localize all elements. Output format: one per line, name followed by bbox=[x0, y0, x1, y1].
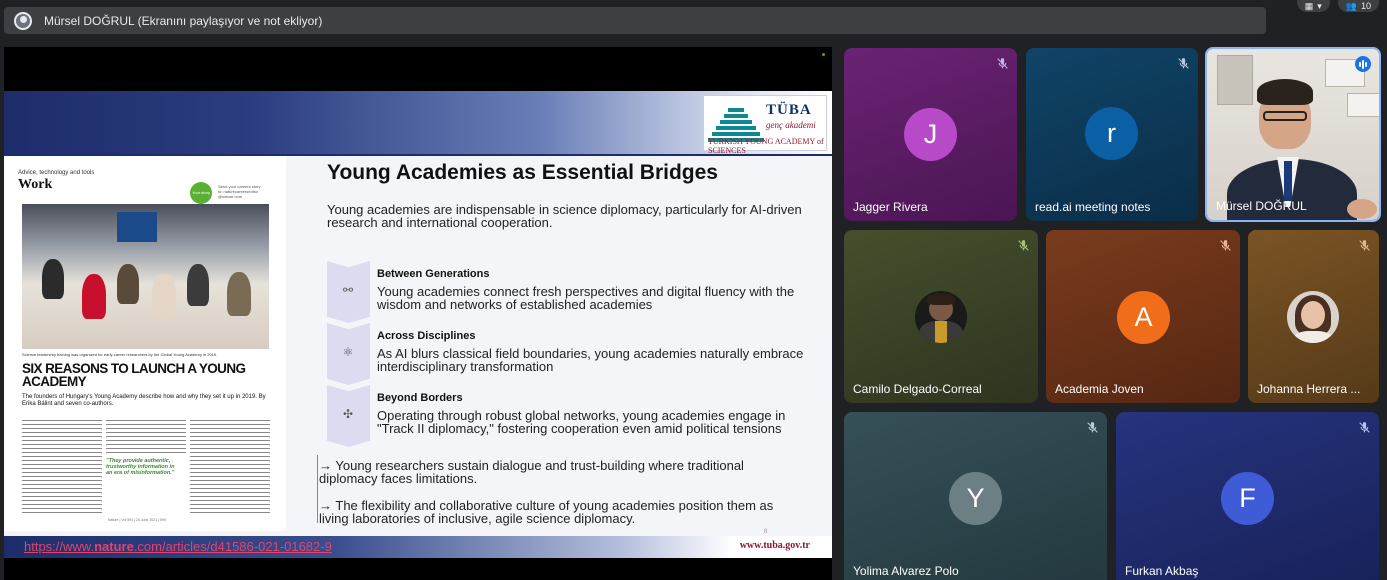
participant-video bbox=[1207, 49, 1379, 220]
participant-name: Furkan Akbaş bbox=[1125, 564, 1199, 578]
people-icon: 👥 bbox=[1345, 0, 1357, 11]
magazine-column-3 bbox=[190, 420, 270, 515]
tuba-url: www.tuba.gov.tr bbox=[739, 540, 810, 551]
participant-avatar: J bbox=[904, 108, 957, 161]
logo-subtitle: genç akademi bbox=[766, 120, 816, 130]
arrow-point: → The flexibility and collaborative cult… bbox=[319, 498, 774, 526]
magazine-footer: Nature | Vol 594 | 24 June 2021 | 599 bbox=[108, 518, 166, 522]
participant-photo-avatar bbox=[915, 291, 967, 343]
magazine-column-1 bbox=[22, 420, 102, 515]
mic-off-icon bbox=[996, 57, 1009, 70]
screen-share-area: TÜBA genç akademi TURKISH YOUNG ACADEMY … bbox=[4, 47, 832, 580]
bridge-item-title: Across Disciplines bbox=[377, 330, 476, 342]
participant-tile[interactable]: Y Yolima Alvarez Polo bbox=[844, 412, 1107, 580]
bridge-item-desc: Young academies connect fresh perspectiv… bbox=[377, 284, 795, 312]
participant-count: 10 bbox=[1360, 1, 1371, 11]
magazine-photo bbox=[22, 204, 269, 349]
participant-tile[interactable]: Johanna Herrera ... bbox=[1248, 230, 1379, 403]
mic-off-icon bbox=[1177, 57, 1190, 70]
bridge-item: ⚯ Between Generations Young academies co… bbox=[327, 261, 807, 323]
magazine-caption: Science leadership training was organize… bbox=[22, 352, 218, 357]
bridge-item-title: Between Generations bbox=[377, 268, 490, 280]
mic-off-icon bbox=[1086, 421, 1099, 434]
participant-tile[interactable]: A Academia Joven bbox=[1046, 230, 1240, 403]
bridge-item: ⚛ Across Disciplines As AI blurs classic… bbox=[327, 323, 807, 385]
magazine-clipping: Advice, technology and tools Work Your s… bbox=[4, 156, 286, 531]
layout-icon: ▦ bbox=[1304, 0, 1314, 11]
chevron-down-icon: ▾ bbox=[1317, 0, 1322, 11]
magazine-deck: The founders of Hungary's Young Academy … bbox=[22, 394, 266, 407]
mic-off-icon bbox=[1358, 421, 1371, 434]
meet-window: Mürsel DOĞRUL (Ekranını paylaşıyor ve no… bbox=[0, 0, 1387, 580]
slide-page-number: 8 bbox=[764, 529, 768, 535]
bridge-item-desc: Operating through robust global networks… bbox=[377, 408, 786, 436]
bridge-item: ✣ Beyond Borders Operating through robus… bbox=[327, 385, 807, 447]
live-indicator bbox=[822, 53, 825, 56]
magazine-send: Send your careers story to: naturecareer… bbox=[218, 184, 261, 199]
magazine-headline: SIX REASONS TO LAUNCH A YOUNG ACADEMY bbox=[22, 361, 246, 389]
logo-tagline: TURKISH YOUNG ACADEMY of SCIENCES bbox=[708, 137, 824, 155]
participants-counter[interactable]: 👥 10 bbox=[1337, 0, 1379, 12]
bridge-item-desc: As AI blurs classical field boundaries, … bbox=[377, 346, 804, 374]
magazine-tag: Advice, technology and tools bbox=[18, 170, 95, 176]
network-icon: ✣ bbox=[342, 407, 354, 421]
participant-tile[interactable]: J Jagger Rivera bbox=[844, 48, 1017, 221]
presenter-status-text: Mürsel DOĞRUL (Ekranını paylaşıyor ve no… bbox=[44, 13, 323, 28]
nature-article-link[interactable]: https://www.nature.com/articles/d41586-0… bbox=[24, 539, 332, 554]
participant-tile[interactable]: Camilo Delgado-Correal bbox=[844, 230, 1038, 403]
participant-name: Camilo Delgado-Correal bbox=[853, 382, 982, 396]
slide-intro: Young academies are indispensable in sci… bbox=[327, 202, 802, 230]
logo-name: TÜBA bbox=[766, 102, 812, 118]
share-nodes-icon: ⚯ bbox=[342, 283, 354, 297]
participant-avatar: Y bbox=[949, 472, 1002, 525]
participant-tile[interactable]: F Furkan Akbaş bbox=[1116, 412, 1379, 580]
mic-off-icon bbox=[1017, 239, 1030, 252]
magazine-pull-quote: "They provide authentic, trustworthy inf… bbox=[106, 458, 182, 476]
participant-name: read.ai meeting notes bbox=[1035, 200, 1151, 214]
speaking-indicator-icon bbox=[1355, 56, 1371, 72]
participant-tile[interactable]: r read.ai meeting notes bbox=[1026, 48, 1198, 221]
molecule-icon: ⚛ bbox=[342, 345, 354, 359]
top-right-controls: ▦ ▾ 👥 10 bbox=[1296, 0, 1379, 12]
presentation-slide: TÜBA genç akademi TURKISH YOUNG ACADEMY … bbox=[4, 91, 832, 558]
participant-photo-avatar bbox=[1287, 291, 1339, 343]
participant-name: Yolima Alvarez Polo bbox=[853, 564, 959, 578]
participant-avatar: F bbox=[1221, 472, 1274, 525]
bridge-item-title: Beyond Borders bbox=[377, 392, 463, 404]
layout-toggle[interactable]: ▦ ▾ bbox=[1296, 0, 1330, 12]
participant-avatar: A bbox=[1117, 291, 1170, 344]
participant-tile-speaking[interactable]: Mürsel DOĞRUL bbox=[1205, 47, 1381, 222]
participant-name: Johanna Herrera ... bbox=[1257, 382, 1361, 396]
arrow-point: → Young researchers sustain dialogue and… bbox=[319, 458, 744, 486]
participant-name: Jagger Rivera bbox=[853, 200, 928, 214]
slide-footer-band: https://www.nature.com/articles/d41586-0… bbox=[4, 536, 832, 558]
arrow-divider bbox=[317, 455, 318, 523]
magazine-column-2 bbox=[106, 420, 186, 456]
presenter-avatar bbox=[14, 11, 32, 30]
participant-name: Academia Joven bbox=[1055, 382, 1144, 396]
magazine-badge: Your story bbox=[190, 182, 212, 204]
mic-off-icon bbox=[1358, 239, 1371, 252]
tuba-logo: TÜBA genç akademi TURKISH YOUNG ACADEMY … bbox=[703, 95, 827, 155]
participant-avatar: r bbox=[1085, 107, 1138, 160]
mic-off-icon bbox=[1219, 239, 1232, 252]
presenter-bar: Mürsel DOĞRUL (Ekranını paylaşıyor ve no… bbox=[4, 7, 1266, 34]
participant-name: Mürsel DOĞRUL bbox=[1216, 199, 1307, 213]
bridge-list: ⚯ Between Generations Young academies co… bbox=[327, 261, 807, 447]
slide-title: Young Academies as Essential Bridges bbox=[327, 161, 718, 184]
